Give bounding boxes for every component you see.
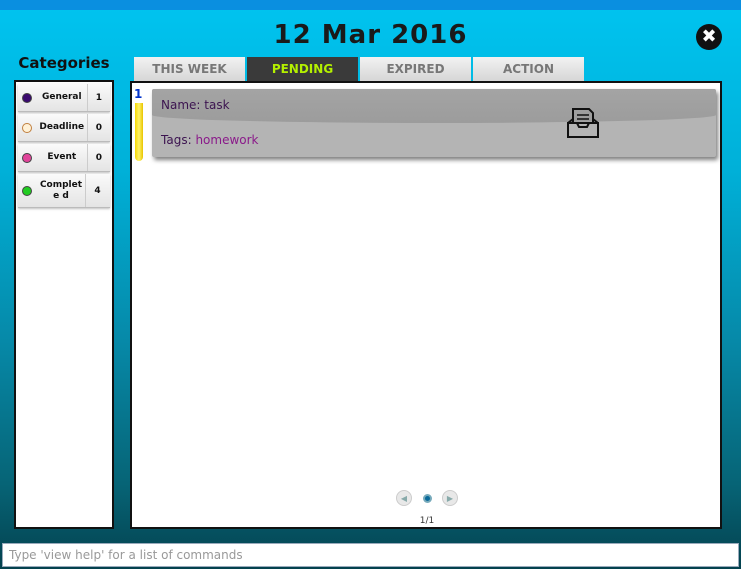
command-input[interactable] [2,543,739,567]
tab-this-week[interactable]: THIS WEEK [134,57,245,81]
task-name: Name: task [161,98,230,112]
task-tags-label: Tags: [161,133,192,147]
tab-action[interactable]: ACTION [473,57,584,81]
title-bar [0,0,741,10]
category-name: Complete d [39,179,83,201]
category-color-dot [22,185,32,196]
tab-expired[interactable]: EXPIRED [360,57,471,81]
category-count: 4 [85,174,109,207]
task-tags-value: homework [195,133,259,147]
task-card[interactable]: Name: task Tags: homework [152,89,716,157]
category-count: 0 [86,114,110,141]
task-index: 1 [134,87,143,101]
category-color-dot [22,92,32,103]
tab-bar: THIS WEEK PENDING EXPIRED ACTION [134,57,586,81]
category-name: General [41,92,82,102]
task-card-band [152,89,716,123]
date-title: 12 Mar 2016 [273,20,468,50]
close-icon[interactable]: ✖ [696,24,722,50]
next-page-button[interactable]: ▶ [442,490,458,506]
task-name-label: Name: [161,98,201,112]
category-item-general[interactable]: General 1 [18,84,110,112]
page-count-label: 1/1 [419,516,435,526]
category-color-dot [22,152,32,163]
prev-page-button[interactable]: ◀ [396,490,412,506]
task-list-panel: 1 Name: task Tags: homework ◀ ▶ 1/1 [130,81,722,529]
pager: ◀ ▶ [396,489,458,507]
task-name-value: task [204,98,230,112]
category-item-deadline[interactable]: Deadline 0 [18,114,110,142]
page-indicator-dot[interactable] [422,493,432,503]
category-item-completed[interactable]: Complete d 4 [18,174,110,208]
tab-pending[interactable]: PENDING [247,57,358,81]
category-name: Deadline [39,122,85,132]
task-priority-bar [135,103,143,161]
category-name: Event [47,152,77,162]
inbox-icon[interactable] [566,107,600,139]
task-tags: Tags: homework [161,133,259,147]
categories-panel: General 1 Deadline 0 Event 0 Complete d … [14,80,114,529]
category-count: 0 [86,144,110,171]
category-color-dot [22,122,32,133]
category-item-event[interactable]: Event 0 [18,144,110,172]
categories-title: Categories [18,54,110,72]
category-count: 1 [86,84,110,111]
